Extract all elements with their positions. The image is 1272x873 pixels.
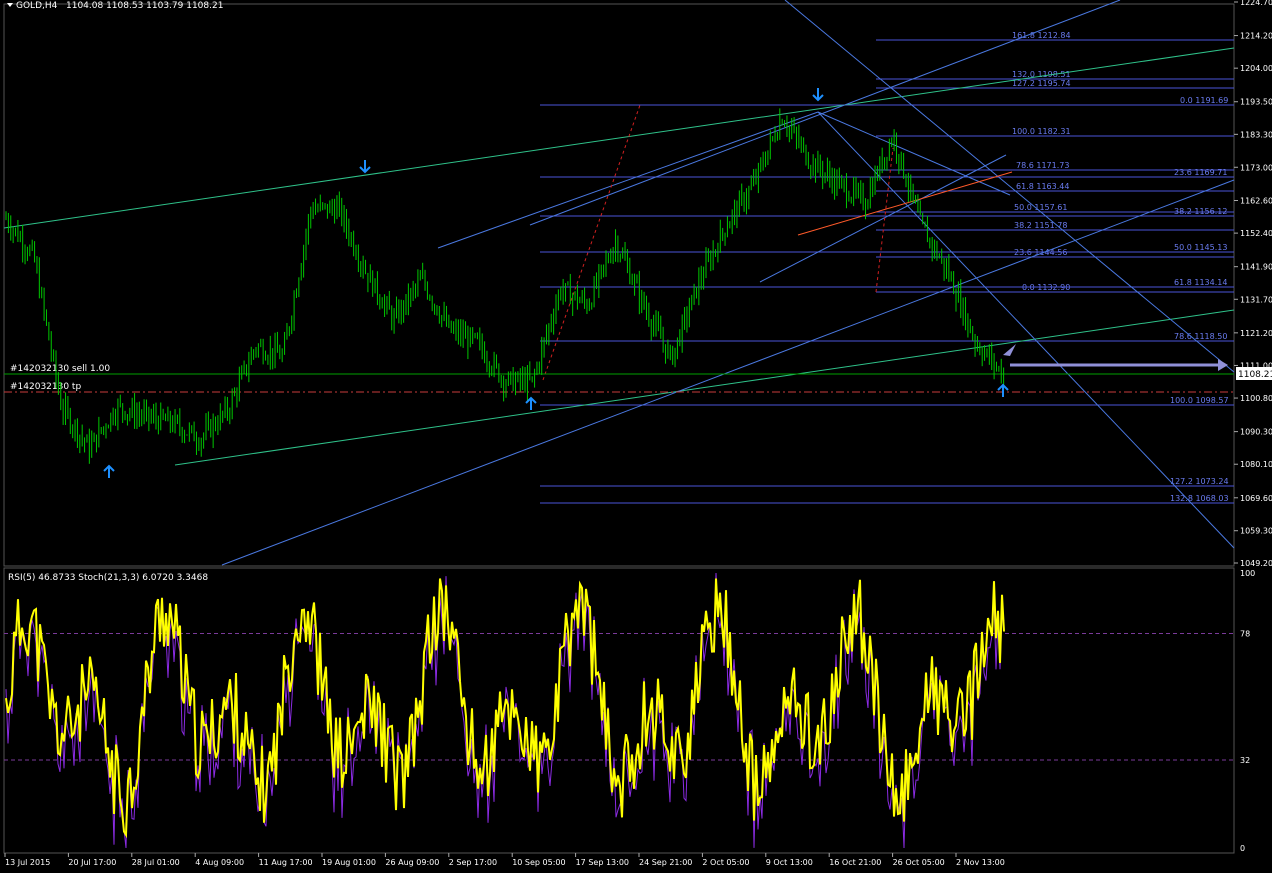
time-tick-label: 19 Aug 01:00 bbox=[322, 858, 376, 867]
fib-level-label: 0.0 1191.69 bbox=[1180, 96, 1228, 105]
indicator-level-label: 100 bbox=[1240, 569, 1255, 578]
fib-level-label: 61.8 1163.44 bbox=[1016, 182, 1069, 191]
blue-diag-1[interactable] bbox=[784, 0, 1235, 373]
time-tick-label: 11 Aug 17:00 bbox=[259, 858, 313, 867]
price-tick-label: 1193.50 bbox=[1240, 98, 1272, 107]
time-tick-label: 9 Oct 13:00 bbox=[766, 858, 813, 867]
price-tick-label: 1100.80 bbox=[1240, 394, 1272, 403]
order-lines: #142032130 sell 1.00 #142032130 tp bbox=[4, 364, 1234, 393]
time-tick-label: 4 Aug 09:00 bbox=[195, 858, 244, 867]
fib-level-label: 132.0 1198.51 bbox=[1012, 70, 1071, 79]
time-tick-label: 24 Sep 21:00 bbox=[639, 858, 692, 867]
price-tick-label: 1214.20 bbox=[1240, 32, 1272, 41]
time-axis: 13 Jul 2015 20 Jul 17:00 28 Jul 01:00 4 Aug… bbox=[4, 853, 1005, 867]
fib-level-label: 100.0 1182.31 bbox=[1012, 127, 1071, 136]
time-tick-label: 2 Nov 13:00 bbox=[956, 858, 1005, 867]
channel-upper-line[interactable] bbox=[3, 47, 1235, 229]
price-tick-label: 1131.70 bbox=[1240, 295, 1272, 304]
gold-chart[interactable]: GOLD,H4 1104.08 1108.53 1103.79 1108.21 … bbox=[0, 0, 1272, 873]
fibonacci-lines: 161.8 1212.84 132.0 1198.51127.2 1195.74 0… bbox=[540, 31, 1234, 504]
indicator-level-label: 0 bbox=[1240, 844, 1245, 853]
fib-level-label: 132.8 1068.03 bbox=[1170, 494, 1229, 503]
price-tick-label: 1204.00 bbox=[1240, 64, 1272, 73]
fib-level-label: 78.6 1118.50 bbox=[1174, 332, 1227, 341]
time-tick-label: 13 Jul 2015 bbox=[5, 858, 50, 867]
price-candles bbox=[5, 108, 1005, 464]
diagonal-arrow-icon[interactable] bbox=[1003, 344, 1016, 356]
sell-order-label: #142032130 sell 1.00 bbox=[10, 364, 110, 374]
collapse-triangle-icon[interactable] bbox=[7, 3, 13, 7]
channel-lower-line[interactable] bbox=[174, 309, 1235, 466]
price-tick-label: 1049.20 bbox=[1240, 559, 1272, 568]
current-price-label: 1108.21 bbox=[1238, 370, 1272, 380]
fib-level-label: 38.2 1156.12 bbox=[1174, 207, 1227, 216]
time-tick-label: 26 Oct 05:00 bbox=[893, 858, 945, 867]
fractal-arrows bbox=[103, 88, 1009, 478]
time-tick-label: 10 Sep 05:00 bbox=[512, 858, 565, 867]
symbol-label: GOLD,H4 bbox=[16, 1, 58, 11]
fib-level-label: 50.0 1157.61 bbox=[1014, 203, 1067, 212]
fib-level-label: 38.2 1151.78 bbox=[1014, 221, 1067, 230]
fib-level-label: 100.0 1098.57 bbox=[1170, 396, 1229, 405]
ohlc-label: 1104.08 1108.53 1103.79 1108.21 bbox=[66, 1, 223, 11]
price-tick-label: 1069.60 bbox=[1240, 494, 1272, 503]
price-tick-label: 1152.40 bbox=[1240, 229, 1272, 238]
price-tick-label: 1183.30 bbox=[1240, 130, 1272, 139]
price-tick-label: 1059.30 bbox=[1240, 527, 1272, 536]
price-tick-label: 1080.10 bbox=[1240, 460, 1272, 469]
fib-level-label: 23.6 1169.71 bbox=[1174, 168, 1227, 177]
fib-level-label: 161.8 1212.84 bbox=[1012, 31, 1071, 40]
projection-arrow-icon[interactable] bbox=[1218, 359, 1228, 371]
time-tick-label: 28 Jul 01:00 bbox=[132, 858, 180, 867]
time-tick-label: 17 Sep 13:00 bbox=[576, 858, 629, 867]
blue-trend-mid[interactable] bbox=[437, 111, 819, 249]
blue-trend-lower[interactable] bbox=[221, 179, 1235, 566]
blue-short-line[interactable] bbox=[759, 154, 1007, 283]
indicator-lines bbox=[5, 572, 1005, 849]
fib-level-label: 78.6 1171.73 bbox=[1016, 161, 1069, 170]
price-tick-label: 1121.20 bbox=[1240, 329, 1272, 338]
fib-level-label: 61.8 1134.14 bbox=[1174, 278, 1227, 287]
time-tick-label: 26 Aug 09:00 bbox=[385, 858, 439, 867]
indicator-levels: 100 78 32 0 bbox=[4, 569, 1255, 853]
tp-order-label: #142032130 tp bbox=[10, 382, 81, 392]
indicator-header: RSI(5) 46.8733 Stoch(21,3,3) 6.0720 3.34… bbox=[8, 573, 208, 583]
price-tick-label: 1090.30 bbox=[1240, 428, 1272, 437]
time-tick-label: 20 Jul 17:00 bbox=[68, 858, 116, 867]
rsi-line bbox=[5, 578, 1005, 839]
price-axis: 1224.70 1214.20 1204.00 1193.50 1183.30 1173.… bbox=[1234, 0, 1272, 568]
time-tick-label: 2 Oct 05:00 bbox=[702, 858, 749, 867]
fib-level-label: 50.0 1145.13 bbox=[1174, 243, 1227, 252]
indicator-frame bbox=[3, 567, 1235, 854]
symbol-header: GOLD,H4 1104.08 1108.53 1103.79 1108.21 bbox=[7, 1, 223, 11]
fib-level-label: 127.2 1195.74 bbox=[1012, 79, 1071, 88]
indicator-level-label: 78 bbox=[1240, 630, 1250, 639]
price-tick-label: 1141.90 bbox=[1240, 263, 1272, 272]
indicator-level-label: 32 bbox=[1240, 756, 1250, 765]
price-tick-label: 1173.00 bbox=[1240, 163, 1272, 172]
current-price-tag: 1108.21 bbox=[1236, 367, 1272, 380]
time-tick-label: 2 Sep 17:00 bbox=[449, 858, 497, 867]
price-tick-label: 1162.60 bbox=[1240, 197, 1272, 206]
time-tick-label: 16 Oct 21:00 bbox=[829, 858, 881, 867]
price-tick-label: 1224.70 bbox=[1240, 0, 1272, 7]
fib-level-label: 127.2 1073.24 bbox=[1170, 477, 1229, 486]
